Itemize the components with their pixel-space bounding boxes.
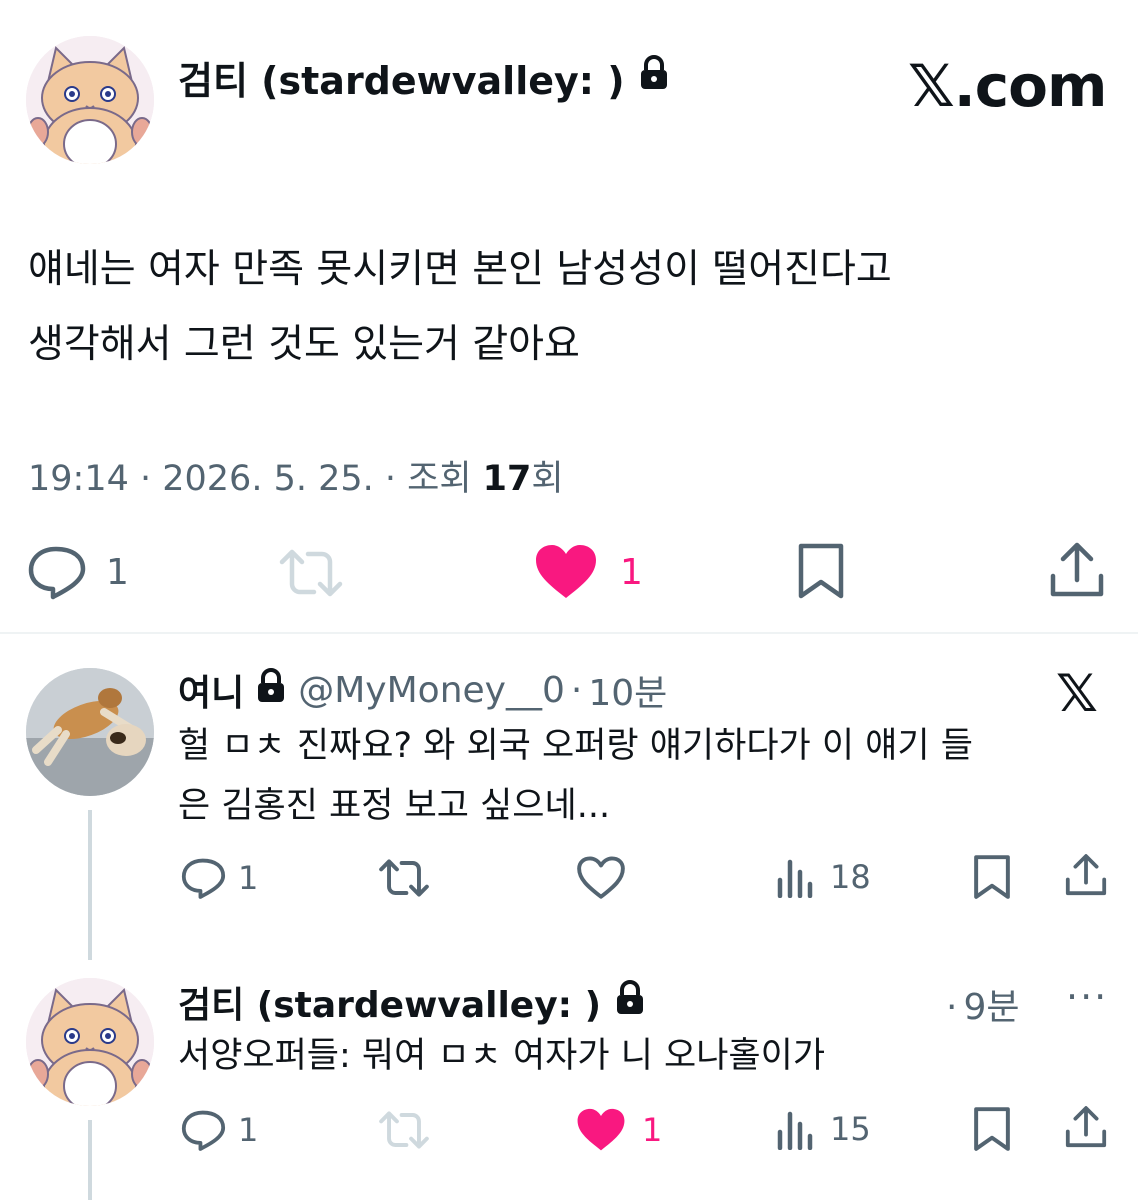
reply-button[interactable]: 1 <box>26 544 129 600</box>
view-count: 17 <box>482 459 532 499</box>
view-suffix: 회 <box>531 459 564 499</box>
reply-icon <box>181 858 226 899</box>
tweet-text: 얘네는 여자 만족 못시키면 본인 남성성이 떨어진다고 생각해서 그런 것도 … <box>28 232 1118 382</box>
views-button[interactable]: 18 <box>776 856 871 898</box>
reply-button[interactable]: 1 <box>180 856 258 900</box>
reply-count: 1 <box>106 551 129 593</box>
cat-avatar-icon <box>26 978 154 1106</box>
reply-text-line: 서양오퍼들: 뭐여 ㅁㅊ 여자가 니 오나홀이가 <box>178 1036 826 1076</box>
reply-count: 1 <box>238 1111 259 1149</box>
views-count: 15 <box>830 1110 871 1148</box>
reply-author-avatar[interactable] <box>26 668 154 796</box>
separator-dot: · <box>570 669 583 711</box>
views-icon <box>777 859 813 898</box>
bookmark-button[interactable] <box>796 542 846 600</box>
reply-actions: 1 1 15 <box>0 1102 1138 1172</box>
retweet-button[interactable] <box>378 858 430 898</box>
like-button[interactable]: 1 <box>576 1108 662 1152</box>
reply-author-name[interactable]: 여니 <box>178 664 244 716</box>
reply-button[interactable]: 1 <box>180 1108 258 1152</box>
x-logo: 𝕏.com <box>908 52 1107 120</box>
bookmark-button[interactable] <box>972 1106 1012 1152</box>
reply-time[interactable]: 9분 <box>963 987 1019 1028</box>
retweet-button[interactable] <box>378 1110 430 1150</box>
dog-photo-avatar <box>26 668 154 796</box>
views-count: 18 <box>830 858 871 896</box>
heart-filled-icon <box>536 545 596 598</box>
heart-filled-icon <box>577 1108 625 1151</box>
x-logo-icon: 𝕏 <box>1056 664 1098 724</box>
reply-author-avatar[interactable] <box>26 978 154 1106</box>
reply-actions: 1 18 <box>0 850 1138 920</box>
reply-icon <box>181 1110 226 1151</box>
lock-icon <box>256 667 286 713</box>
like-button[interactable] <box>576 856 626 900</box>
share-icon <box>1050 542 1104 597</box>
bookmark-icon <box>974 855 1010 899</box>
lock-icon <box>639 55 669 100</box>
author-name[interactable]: 검티 (stardewvalley: ) <box>178 50 625 105</box>
reply-text-line: 헐 ㅁㅊ 진짜요? 와 외국 오퍼랑 얘기하다가 이 얘기 들 <box>178 726 973 766</box>
reply-text: 서양오퍼들: 뭐여 ㅁㅊ 여자가 니 오나홀이가 <box>178 1026 1108 1086</box>
retweet-icon <box>279 549 343 597</box>
reply-text: 헐 ㅁㅊ 진짜요? 와 외국 오퍼랑 얘기하다가 이 얘기 들 은 김홍진 표정… <box>178 716 1108 836</box>
heart-outline-icon <box>577 856 625 899</box>
like-button[interactable]: 1 <box>534 544 643 600</box>
tweet-text-line: 생각해서 그런 것도 있는거 같아요 <box>28 322 580 367</box>
share-button[interactable] <box>1048 540 1106 600</box>
reply-time-group: · 9분 <box>940 978 1019 1030</box>
share-button[interactable] <box>1064 852 1108 898</box>
retweet-button[interactable] <box>278 548 344 598</box>
cat-avatar-icon <box>26 36 154 164</box>
reply-author-handle[interactable]: @MyMoney__0 <box>298 670 565 711</box>
author-name-row: 검티 (stardewvalley: ) <box>178 50 669 105</box>
reply-time[interactable]: 10분 <box>588 664 667 716</box>
retweet-icon <box>379 859 429 897</box>
divider <box>0 632 1138 634</box>
retweet-icon <box>379 1111 429 1149</box>
views-icon <box>777 1111 813 1150</box>
like-count: 1 <box>642 1111 663 1149</box>
lock-icon <box>615 979 645 1025</box>
separator-dot: · <box>946 987 958 1028</box>
share-icon <box>1065 1106 1107 1148</box>
bookmark-icon <box>974 1107 1010 1151</box>
more-options-icon[interactable]: ··· <box>1066 975 1108 1019</box>
reply-author-name[interactable]: 검티 (stardewvalley: ) <box>178 976 601 1028</box>
share-button[interactable] <box>1064 1104 1108 1150</box>
like-count: 1 <box>620 551 643 593</box>
reply-count: 1 <box>238 859 259 897</box>
share-icon <box>1065 854 1107 896</box>
views-button[interactable]: 15 <box>776 1108 871 1150</box>
tweet-text-line: 얘네는 여자 만족 못시키면 본인 남성성이 떨어진다고 <box>28 247 892 292</box>
thread-line <box>88 810 92 960</box>
tweet-timestamp[interactable]: 19:14 · 2026. 5. 25. · 조회 <box>28 459 483 499</box>
bookmark-button[interactable] <box>972 854 1012 900</box>
tweet-meta: 19:14 · 2026. 5. 25. · 조회 17회 <box>28 450 564 501</box>
author-avatar[interactable] <box>26 36 154 164</box>
reply-text-line: 은 김홍진 표정 보고 싶으네... <box>178 786 611 826</box>
tweet-actions: 1 1 <box>0 536 1138 606</box>
thread-line <box>88 1120 92 1200</box>
reply-icon <box>28 546 86 600</box>
reply-header: 여니 @MyMoney__0 · 10분 <box>178 664 667 716</box>
bookmark-icon <box>798 543 844 599</box>
reply-header: 검티 (stardewvalley: ) <box>178 976 645 1028</box>
